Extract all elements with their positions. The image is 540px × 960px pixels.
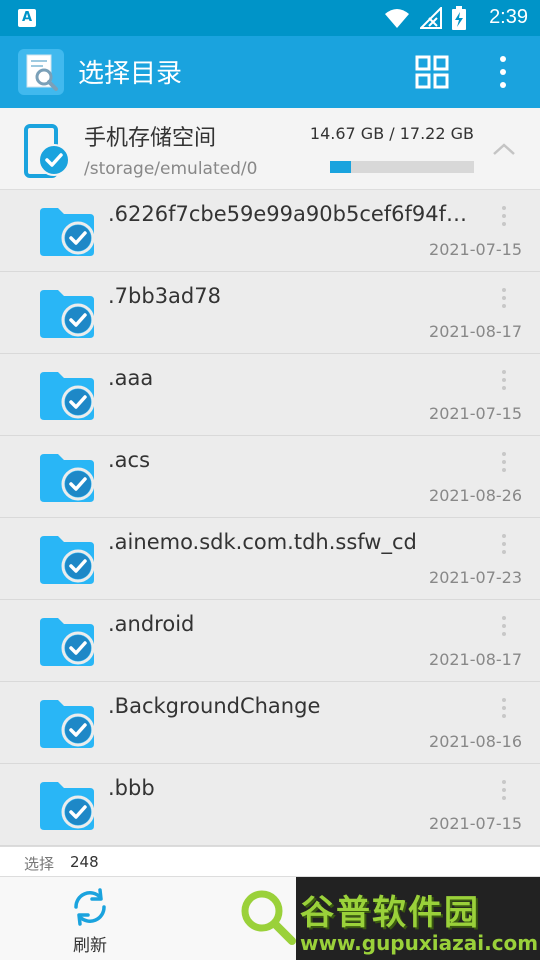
more-options-button[interactable]	[488, 52, 518, 92]
list-item[interactable]: .android 2021-08-17	[0, 600, 540, 682]
watermark-url: www.gupuxiazai.com	[300, 931, 539, 955]
refresh-icon	[74, 888, 106, 926]
folder-name: .aaa	[108, 366, 154, 390]
selection-label: 选择	[24, 855, 55, 873]
folder-date: 2021-07-15	[429, 404, 522, 423]
collapse-button[interactable]	[488, 136, 520, 164]
item-menu-button[interactable]	[496, 696, 512, 720]
watermark-title: 谷普软件园	[300, 893, 480, 933]
refresh-label: 刷新	[73, 936, 107, 956]
storage-usage-fill	[330, 161, 352, 173]
list-item[interactable]: .ainemo.sdk.com.tdh.ssfw_cd 2021-07-23	[0, 518, 540, 600]
list-item[interactable]: .BackgroundChange 2021-08-16	[0, 682, 540, 764]
list-item[interactable]: .aaa 2021-07-15	[0, 354, 540, 436]
folder-name: .acs	[108, 448, 151, 472]
list-item[interactable]: .6226f7cbe59e99a90b5cef6f94f9... 2021-07…	[0, 190, 540, 272]
folder-name: .android	[108, 612, 195, 636]
chevron-up-icon	[493, 143, 515, 155]
app-bar: 选择目录	[0, 36, 540, 108]
folder-name: .6226f7cbe59e99a90b5cef6f94f9...	[108, 202, 478, 226]
folder-checked-icon	[40, 208, 95, 256]
refresh-button[interactable]: 刷新	[58, 887, 122, 957]
storage-usage-bar	[330, 161, 474, 173]
status-bar: A 2:39	[0, 0, 540, 36]
folder-checked-icon	[40, 618, 95, 666]
selection-count: 248	[70, 853, 99, 871]
list-item[interactable]: .bbb 2021-07-15	[0, 764, 540, 846]
status-icons	[384, 6, 466, 30]
item-menu-button[interactable]	[496, 286, 512, 310]
grid-view-icon	[415, 55, 449, 89]
item-menu-button[interactable]	[496, 450, 512, 474]
folder-name: .7bb3ad78	[108, 284, 221, 308]
list-item[interactable]: .acs 2021-08-26	[0, 436, 540, 518]
item-menu-button[interactable]	[496, 778, 512, 802]
search-button[interactable]	[236, 881, 300, 945]
wifi-icon	[385, 9, 409, 28]
bottom-bar: 刷新 谷普软件园 www.gupuxiazai.com	[0, 876, 540, 960]
more-vert-icon	[500, 56, 506, 88]
folder-checked-icon	[40, 536, 95, 584]
folder-name: .bbb	[108, 776, 155, 800]
selection-bar: 选择 248	[0, 846, 540, 876]
folder-date: 2021-08-16	[429, 732, 522, 751]
page-title: 选择目录	[78, 59, 183, 89]
item-menu-button[interactable]	[496, 614, 512, 638]
no-signal-icon	[420, 7, 442, 29]
folder-name: .BackgroundChange	[108, 694, 321, 718]
folder-checked-icon	[40, 454, 95, 502]
storage-title: 手机存储空间	[84, 126, 217, 151]
folder-date: 2021-08-17	[429, 322, 522, 341]
item-menu-button[interactable]	[496, 532, 512, 556]
folder-date: 2021-08-26	[429, 486, 522, 505]
phone-check-icon	[24, 124, 70, 178]
search-icon	[241, 890, 296, 945]
folder-checked-icon	[40, 372, 95, 420]
list-item[interactable]: .7bb3ad78 2021-08-17	[0, 272, 540, 354]
folder-date: 2021-07-15	[429, 240, 522, 259]
battery-charging-icon	[452, 6, 466, 30]
folder-date: 2021-08-17	[429, 650, 522, 669]
folder-checked-icon	[40, 782, 95, 830]
folder-checked-icon	[40, 700, 95, 748]
folder-date: 2021-07-15	[429, 814, 522, 833]
item-menu-button[interactable]	[496, 368, 512, 392]
folder-name: .ainemo.sdk.com.tdh.ssfw_cd	[108, 530, 417, 554]
app-logo-icon	[18, 49, 64, 95]
notification-icon: A	[18, 9, 36, 27]
folder-list[interactable]: .6226f7cbe59e99a90b5cef6f94f9... 2021-07…	[0, 190, 540, 846]
folder-date: 2021-07-23	[429, 568, 522, 587]
storage-header[interactable]: 手机存储空间 /storage/emulated/0 14.67 GB / 17…	[0, 108, 540, 190]
grid-view-button[interactable]	[412, 54, 452, 90]
storage-size: 14.67 GB / 17.22 GB	[309, 124, 474, 143]
watermark-logo: 谷普软件园 www.gupuxiazai.com	[296, 877, 540, 960]
folder-checked-icon	[40, 290, 95, 338]
clock: 2:39	[489, 6, 528, 28]
storage-path: /storage/emulated/0	[84, 159, 258, 179]
item-menu-button[interactable]	[496, 204, 512, 228]
